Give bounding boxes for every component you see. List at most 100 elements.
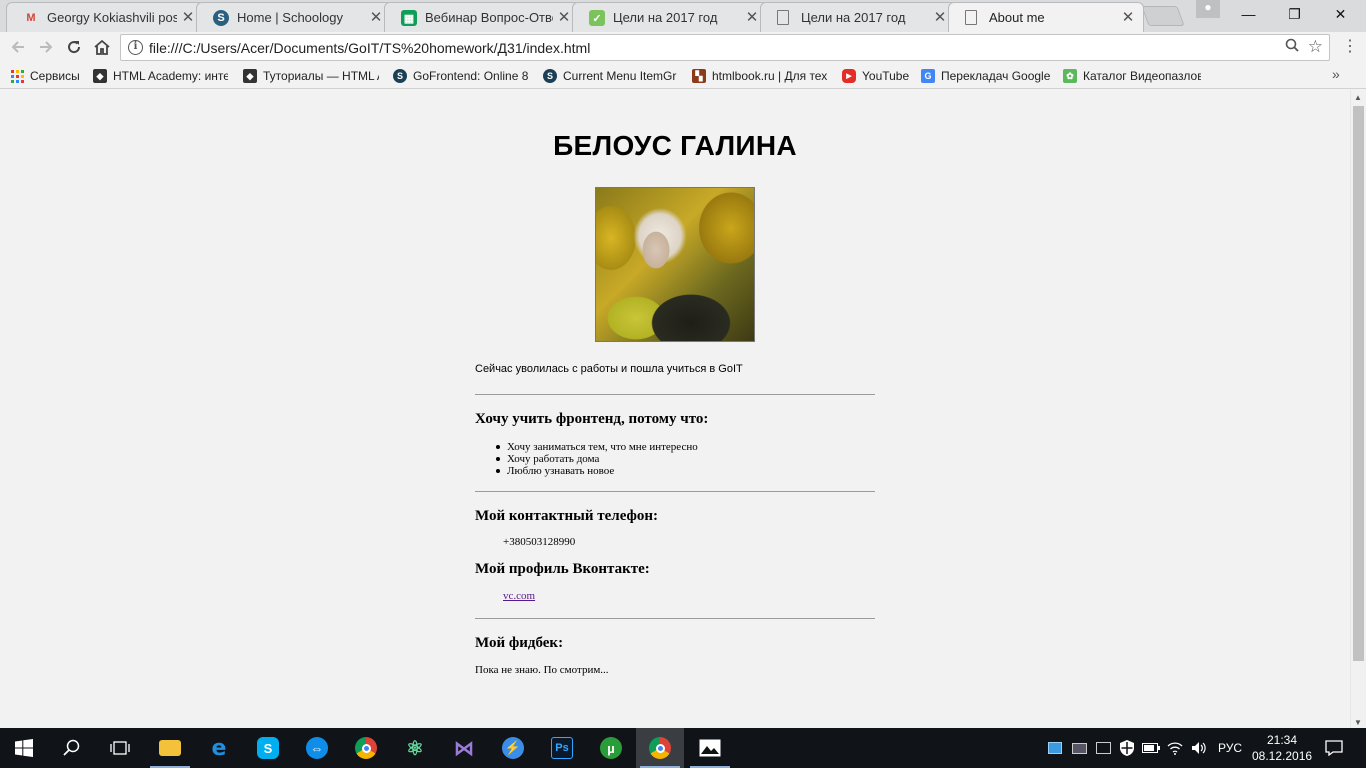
volume-icon[interactable] xyxy=(1188,728,1210,768)
bookmark-star-icon[interactable]: ☆ xyxy=(1308,37,1323,57)
vertical-scrollbar[interactable]: ▲ ▼ xyxy=(1350,90,1366,728)
bookmark-label: Перекладач Google xyxy=(941,69,1051,83)
tab-title: Вебинар Вопрос-Ответ xyxy=(425,10,553,25)
visual-studio-icon[interactable]: ⋈ xyxy=(440,728,488,768)
battery-icon[interactable] xyxy=(1140,728,1162,768)
tab-title: Home | Schoology xyxy=(237,10,343,25)
zoom-icon[interactable] xyxy=(1285,38,1299,56)
gmail-icon: M xyxy=(26,12,36,24)
photoshop-icon[interactable]: Ps xyxy=(538,728,586,768)
language-indicator[interactable]: РУС xyxy=(1212,728,1248,768)
defender-shield-icon[interactable] xyxy=(1116,728,1138,768)
close-icon[interactable]: ✕ xyxy=(557,8,571,26)
reasons-list: Хочу заниматься тем, что мне интересно Х… xyxy=(496,441,698,477)
tab-goals-sheet[interactable]: ✓ Цели на 2017 год ✕ xyxy=(572,2,768,32)
maximize-button[interactable]: ❐ xyxy=(1272,0,1317,28)
page-viewport: БЕЛОУС ГАЛИНА Сейчас уволилась с работы … xyxy=(0,90,1350,728)
close-icon[interactable]: ✕ xyxy=(933,8,947,26)
html-academy-icon: ◆ xyxy=(243,69,257,83)
sheets-icon: ✓ xyxy=(589,10,605,26)
scroll-down-icon[interactable]: ▼ xyxy=(1354,718,1362,727)
tab-about-me[interactable]: About me ✕ xyxy=(948,2,1144,32)
utorrent-icon[interactable]: µ xyxy=(587,728,635,768)
list-item: Хочу работать дома xyxy=(496,453,698,465)
divider xyxy=(475,491,875,492)
keyboard-icon[interactable] xyxy=(1092,728,1114,768)
minimize-button[interactable]: — xyxy=(1226,0,1271,28)
chrome-running-icon[interactable] xyxy=(636,728,684,768)
tab-schoology[interactable]: S Home | Schoology ✕ xyxy=(196,2,392,32)
bolt-app-icon[interactable]: ⚡ xyxy=(489,728,537,768)
bookmark-tutorials[interactable]: ◆ Туториалы — HTML A xyxy=(243,67,379,85)
phone-heading: Мой контактный телефон: xyxy=(475,508,659,524)
display-icon[interactable] xyxy=(1068,728,1090,768)
bookmark-apps[interactable]: Сервисы xyxy=(10,67,85,85)
chrome-icon[interactable] xyxy=(342,728,390,768)
task-view-icon[interactable] xyxy=(96,728,144,768)
back-button[interactable] xyxy=(6,35,30,59)
file-explorer-icon[interactable] xyxy=(146,728,194,768)
schoology-icon: S xyxy=(213,10,229,26)
windows-start-icon[interactable] xyxy=(0,728,48,768)
chrome-menu-icon[interactable]: ⋮ xyxy=(1340,34,1360,60)
bookmark-youtube[interactable]: ▶ YouTube xyxy=(842,67,912,85)
scrollbar-thumb[interactable] xyxy=(1353,106,1364,661)
photos-icon[interactable] xyxy=(686,728,734,768)
user-profile-icon[interactable]: ● xyxy=(1196,0,1220,18)
close-icon[interactable]: ✕ xyxy=(369,8,383,26)
teamviewer-icon[interactable]: ⇔ xyxy=(293,728,341,768)
tab-strip: M Georgy Kokiashvili poste ✕ S Home | Sc… xyxy=(0,0,1366,32)
bookmark-label: GoFrontend: Online 8 xyxy=(413,69,529,83)
tab-title: Цели на 2017 год xyxy=(801,10,906,25)
divider xyxy=(475,394,875,395)
bookmark-gofrontend[interactable]: S GoFrontend: Online 8 xyxy=(393,67,529,85)
tab-webinar[interactable]: ▦ Вебинар Вопрос-Ответ ✕ xyxy=(384,2,580,32)
new-tab-button[interactable] xyxy=(1141,6,1185,26)
vk-profile-link[interactable]: vc.com xyxy=(503,590,535,602)
translate-icon: G xyxy=(921,69,935,83)
bookmark-label: Каталог Видеопазлов xyxy=(1083,69,1201,83)
tab-goals-doc[interactable]: Цели на 2017 год ✕ xyxy=(760,2,956,32)
list-item: Люблю узнавать новое xyxy=(496,465,698,477)
feedback-heading: Мой фидбек: xyxy=(475,635,564,651)
tab-gmail[interactable]: M Georgy Kokiashvili poste ✕ xyxy=(6,2,204,32)
bookmark-htmlbook[interactable]: ▚ htmlbook.ru | Для тех xyxy=(692,67,828,85)
atom-icon[interactable]: ⚛ xyxy=(391,728,439,768)
forward-button[interactable] xyxy=(34,35,58,59)
network-drive-icon[interactable] xyxy=(1044,728,1066,768)
skype-icon[interactable]: S xyxy=(244,728,292,768)
phone-number: +380503128990 xyxy=(503,536,576,548)
html-academy-icon: ◆ xyxy=(93,69,107,83)
close-icon[interactable]: ✕ xyxy=(745,8,759,26)
close-window-button[interactable]: ✕ xyxy=(1318,0,1363,28)
close-icon[interactable]: ✕ xyxy=(181,8,195,26)
bookmark-label: HTML Academy: инте xyxy=(113,69,228,83)
address-bar[interactable]: i file:///C:/Users/Acer/Documents/GoIT/T… xyxy=(120,34,1330,61)
address-url[interactable]: file:///C:/Users/Acer/Documents/GoIT/TS%… xyxy=(149,40,590,56)
bookmark-current-menu[interactable]: S Current Menu ItemGr xyxy=(543,67,678,85)
tab-title: About me xyxy=(989,10,1045,25)
close-icon[interactable]: ✕ xyxy=(1121,8,1135,26)
bookmark-label: htmlbook.ru | Для тех xyxy=(712,69,828,83)
reload-button[interactable] xyxy=(62,35,86,59)
info-icon[interactable]: i xyxy=(128,40,143,55)
bookmark-video-puzzles[interactable]: ✿ Каталог Видеопазлов xyxy=(1063,67,1201,85)
feedback-text: Пока не знаю. По смотрим... xyxy=(475,664,609,676)
edge-icon[interactable]: e xyxy=(195,728,243,768)
why-heading: Хочу учить фронтенд, потому что: xyxy=(475,411,709,427)
bookmark-html-academy[interactable]: ◆ HTML Academy: инте xyxy=(93,67,228,85)
search-icon[interactable] xyxy=(48,728,96,768)
schoology-icon: S xyxy=(543,69,557,83)
notifications-icon[interactable] xyxy=(1320,728,1348,768)
list-item: Хочу заниматься тем, что мне интересно xyxy=(496,441,698,453)
htmlbook-icon: ▚ xyxy=(692,69,706,83)
bookmark-label: Сервисы xyxy=(30,69,80,83)
divider xyxy=(475,618,875,619)
scroll-up-icon[interactable]: ▲ xyxy=(1354,93,1362,102)
bookmark-label: Туториалы — HTML A xyxy=(263,69,379,83)
home-button[interactable] xyxy=(90,35,114,59)
wifi-icon[interactable] xyxy=(1164,728,1186,768)
bookmarks-overflow-button[interactable]: » xyxy=(1332,66,1340,82)
clock[interactable]: 21:34 08.12.2016 xyxy=(1252,732,1312,764)
bookmark-google-translate[interactable]: G Перекладач Google xyxy=(921,67,1053,85)
